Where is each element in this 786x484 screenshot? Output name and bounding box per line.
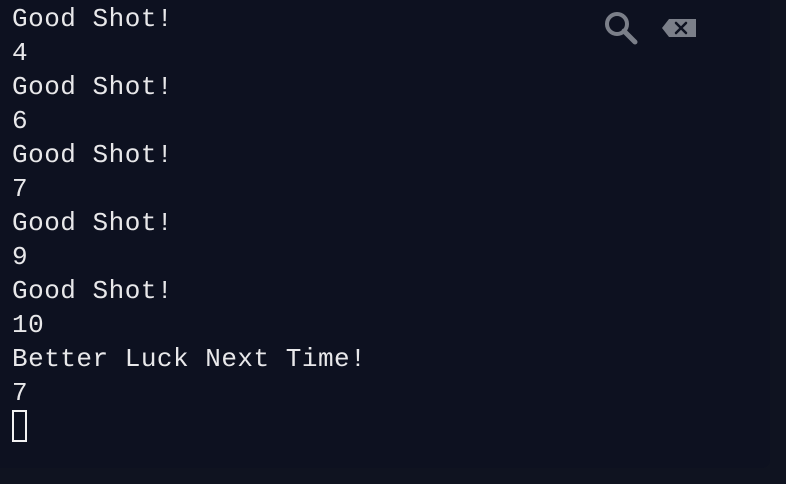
console-output-panel[interactable]: Good Shot! 4 Good Shot! 6 Good Shot! 7 G… (0, 0, 770, 468)
backspace-clear-icon (662, 19, 696, 37)
console-line: 7 (12, 378, 29, 408)
console-line: 7 (12, 174, 29, 204)
console-line: Good Shot! (12, 208, 174, 238)
search-icon (605, 12, 638, 45)
clear-console-button[interactable] (660, 10, 698, 46)
console-line: Better Luck Next Time! (12, 344, 367, 374)
console-toolbar (600, 10, 710, 46)
console-line: Good Shot! (12, 72, 174, 102)
console-line: 6 (12, 106, 29, 136)
console-line: 9 (12, 242, 29, 272)
input-cursor[interactable] (12, 410, 27, 442)
console-output: Good Shot! 4 Good Shot! 6 Good Shot! 7 G… (12, 2, 712, 410)
console-line: Good Shot! (12, 140, 174, 170)
console-window: Good Shot! 4 Good Shot! 6 Good Shot! 7 G… (0, 0, 786, 484)
search-button[interactable] (602, 10, 640, 46)
console-line: 10 (12, 310, 45, 340)
console-line: Good Shot! (12, 276, 174, 306)
